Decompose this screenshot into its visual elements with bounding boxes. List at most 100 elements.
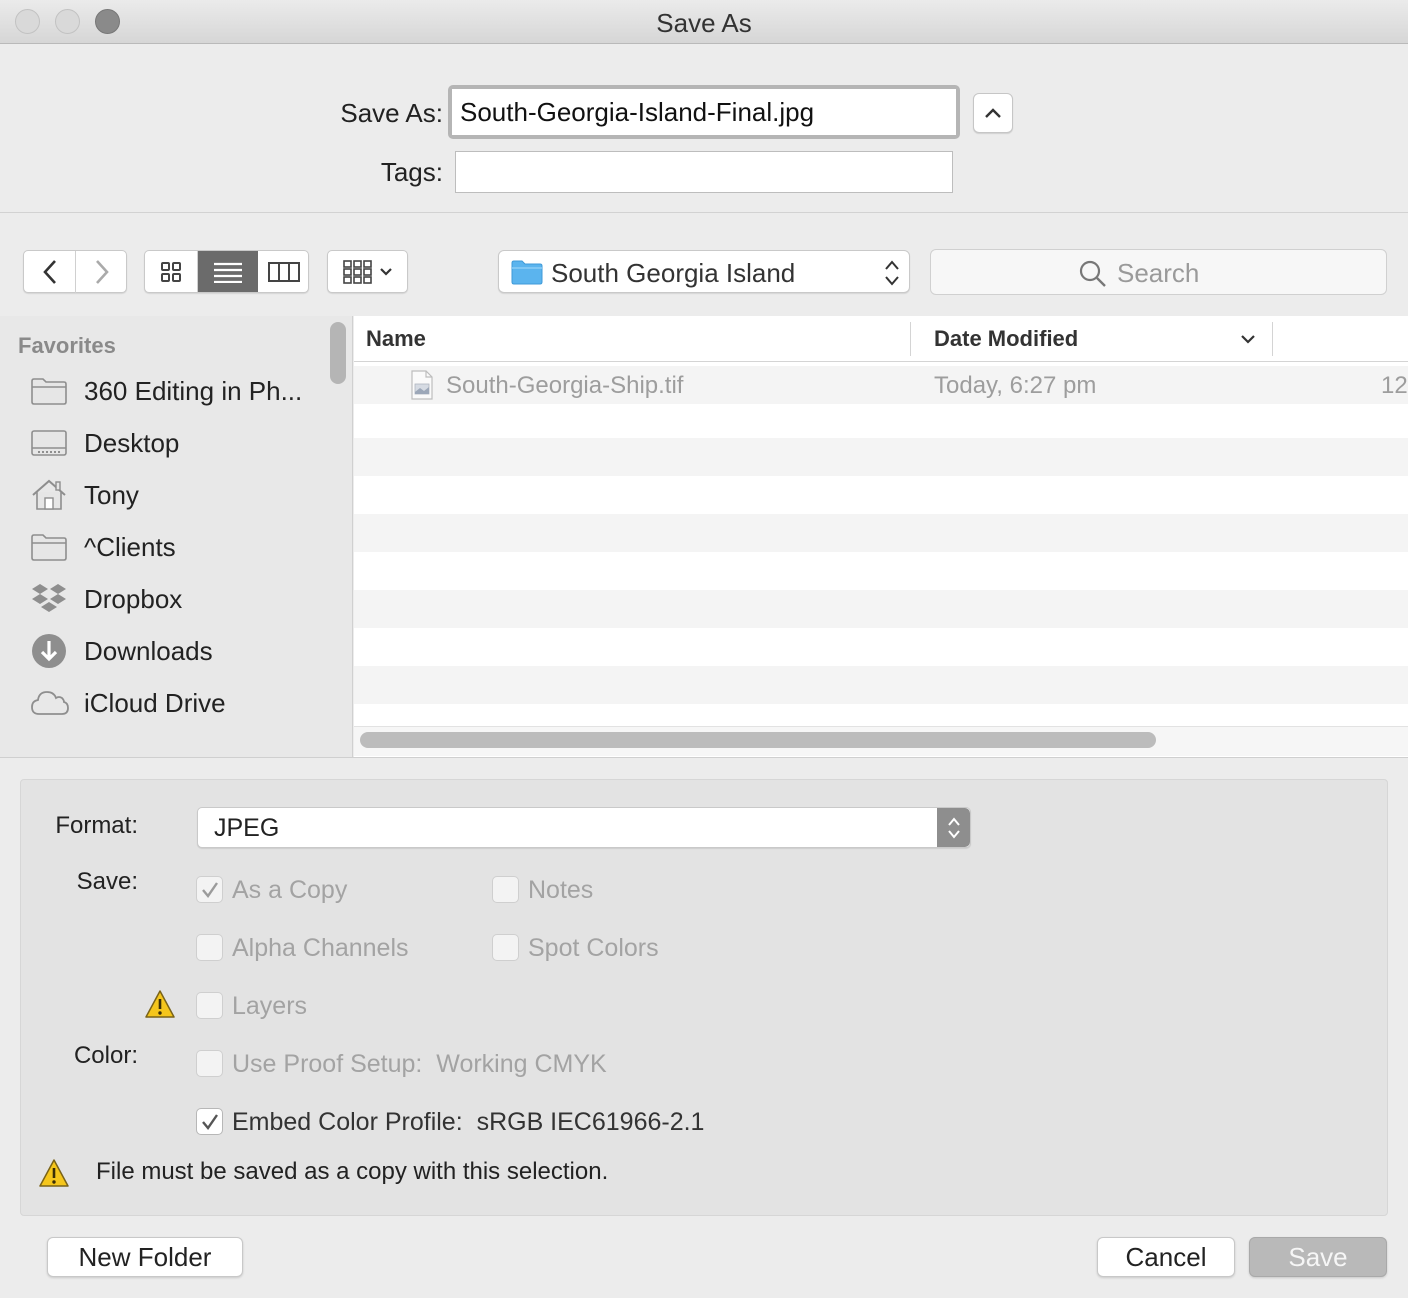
icon-view-button[interactable] bbox=[145, 251, 198, 292]
gallery-grid-icon bbox=[342, 259, 372, 284]
columns-icon bbox=[268, 262, 300, 282]
notes-checkbox[interactable] bbox=[492, 876, 519, 903]
folder-icon bbox=[31, 378, 67, 405]
new-folder-button[interactable]: New Folder bbox=[47, 1237, 243, 1277]
table-row-empty bbox=[354, 704, 1408, 726]
column-view-button[interactable] bbox=[258, 251, 308, 292]
table-row-empty bbox=[354, 628, 1408, 666]
folder-icon bbox=[31, 534, 67, 561]
warning-message: File must be saved as a copy with this s… bbox=[96, 1158, 609, 1185]
table-row-empty bbox=[354, 438, 1408, 476]
sidebar-scrollbar[interactable] bbox=[330, 322, 346, 384]
format-popup[interactable]: JPEG bbox=[197, 807, 971, 848]
use-proof-setup-text: Use Proof Setup: bbox=[232, 1050, 423, 1078]
location-label: South Georgia Island bbox=[551, 258, 796, 288]
sidebar-item-tony[interactable]: Tony bbox=[30, 473, 330, 517]
group-by-button[interactable] bbox=[327, 250, 408, 293]
use-proof-setup-checkbox[interactable] bbox=[196, 1050, 223, 1077]
file-name: South-Georgia-Ship.tif bbox=[446, 372, 684, 399]
alpha-channels-label: Alpha Channels bbox=[232, 934, 409, 962]
alpha-channels-checkbox[interactable] bbox=[196, 934, 223, 961]
layers-label: Layers bbox=[232, 992, 308, 1020]
tags-field[interactable] bbox=[455, 151, 953, 193]
format-label: Format: bbox=[55, 812, 138, 839]
tags-label: Tags: bbox=[380, 157, 443, 187]
column-header-name[interactable]: Name bbox=[366, 326, 426, 352]
sidebar-item-label: ^Clients bbox=[84, 531, 176, 562]
spot-colors-label: Spot Colors bbox=[528, 934, 659, 962]
folder-icon bbox=[511, 260, 543, 285]
column-divider[interactable] bbox=[910, 322, 911, 356]
table-row-empty bbox=[354, 476, 1408, 514]
expand-dialog-button[interactable] bbox=[973, 93, 1013, 133]
checkmark-icon bbox=[201, 1113, 218, 1130]
search-icon bbox=[1079, 260, 1106, 287]
search-field[interactable]: Search bbox=[930, 249, 1387, 295]
column-divider[interactable] bbox=[1272, 322, 1273, 356]
sidebar-item-clients[interactable]: ^Clients bbox=[30, 525, 330, 569]
table-row-empty bbox=[354, 404, 1408, 442]
embed-color-profile-checkbox[interactable] bbox=[196, 1108, 223, 1135]
sidebar-item-dropbox[interactable]: Dropbox bbox=[30, 577, 330, 621]
dropbox-icon bbox=[32, 584, 66, 612]
view-mode-segmented bbox=[144, 250, 309, 293]
layers-checkbox[interactable] bbox=[196, 992, 223, 1019]
spot-colors-checkbox[interactable] bbox=[492, 934, 519, 961]
embed-profile-value: sRGB IEC61966-2.1 bbox=[476, 1108, 705, 1136]
format-value: JPEG bbox=[214, 814, 280, 842]
checkmark-icon bbox=[201, 881, 218, 898]
cancel-button[interactable]: Cancel bbox=[1097, 1237, 1235, 1277]
sort-chevron-down-icon[interactable] bbox=[1240, 333, 1256, 345]
desktop-icon bbox=[31, 430, 67, 456]
chevron-left-icon bbox=[42, 260, 56, 284]
title-bar: Save As bbox=[0, 0, 1408, 44]
filename-field[interactable]: South-Georgia-Island-Final.jpg bbox=[452, 89, 956, 135]
proof-setup-value: Working CMYK bbox=[436, 1050, 607, 1078]
save-options-label: Save: bbox=[76, 868, 138, 895]
sidebar-item-label: Tony bbox=[84, 479, 139, 510]
forward-button[interactable] bbox=[76, 251, 128, 293]
warning-icon bbox=[145, 990, 175, 1018]
embed-color-profile-text: Embed Color Profile: bbox=[232, 1108, 463, 1136]
tif-file-icon bbox=[411, 370, 433, 400]
divider bbox=[0, 757, 1408, 758]
up-down-arrows-icon bbox=[947, 816, 960, 839]
as-a-copy-checkbox[interactable] bbox=[196, 876, 223, 903]
up-down-arrows-icon bbox=[885, 260, 899, 286]
icon-grid-icon bbox=[161, 262, 181, 282]
warning-icon bbox=[39, 1159, 69, 1187]
chevron-down-icon bbox=[379, 267, 392, 276]
sidebar-item-downloads[interactable]: Downloads bbox=[30, 629, 330, 673]
list-lines-icon bbox=[214, 262, 242, 283]
back-button[interactable] bbox=[24, 251, 76, 293]
color-options-label: Color: bbox=[73, 1042, 138, 1069]
sidebar-item-icloud-drive[interactable]: iCloud Drive bbox=[30, 681, 330, 725]
downloads-icon bbox=[32, 634, 66, 668]
table-row-empty bbox=[354, 666, 1408, 704]
format-stepper[interactable] bbox=[937, 808, 970, 847]
home-icon bbox=[32, 479, 66, 510]
sidebar-item-label: Desktop bbox=[84, 427, 180, 458]
chevron-right-icon bbox=[96, 260, 109, 284]
icloud-icon bbox=[31, 691, 69, 715]
location-popup[interactable]: South Georgia Island bbox=[498, 250, 910, 293]
search-placeholder: Search bbox=[1117, 258, 1200, 288]
file-size-truncated: 12 bbox=[1381, 372, 1408, 399]
sidebar-item-label: 360 Editing in Ph... bbox=[84, 375, 303, 406]
nav-buttons bbox=[23, 250, 127, 293]
notes-label: Notes bbox=[528, 876, 594, 904]
horizontal-scrollbar[interactable] bbox=[360, 732, 1156, 748]
favorites-header: Favorites bbox=[18, 333, 116, 358]
save-button[interactable]: Save bbox=[1249, 1237, 1387, 1277]
embed-color-profile-label: Embed Color Profile: sRGB IEC61966-2.1 bbox=[232, 1108, 704, 1137]
save-as-label: Save As: bbox=[340, 98, 443, 128]
sidebar-item-label: Dropbox bbox=[84, 583, 183, 614]
as-a-copy-label: As a Copy bbox=[232, 876, 348, 904]
table-row-empty bbox=[354, 590, 1408, 628]
sidebar-item-label: Downloads bbox=[84, 635, 213, 666]
list-view-button[interactable] bbox=[198, 251, 258, 292]
table-row-empty bbox=[354, 514, 1408, 552]
sidebar-item-desktop[interactable]: Desktop bbox=[30, 421, 330, 465]
column-header-date-modified[interactable]: Date Modified bbox=[934, 326, 1078, 352]
sidebar-item-360-editing[interactable]: 360 Editing in Ph... bbox=[30, 369, 330, 413]
